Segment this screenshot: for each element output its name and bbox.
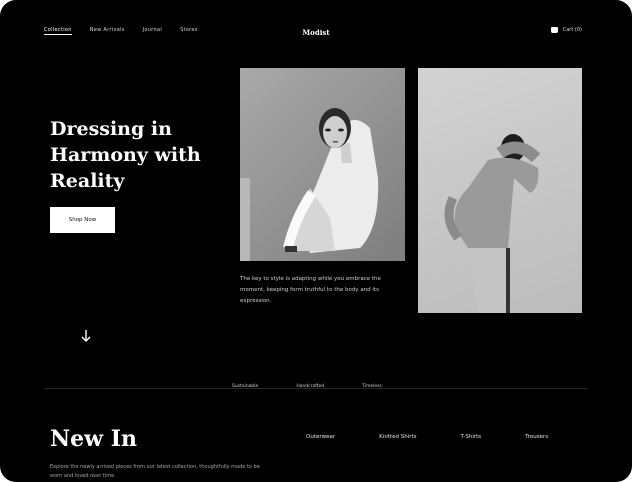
new-in-description: Explore the newly arrived pieces from ou… xyxy=(50,464,260,479)
category-filter: Outerwear Knitted Shirts T-Shirts Trouse… xyxy=(306,434,548,440)
category-knitted-shirts[interactable]: Knitted Shirts xyxy=(379,434,416,440)
category-trousers[interactable]: Trousers xyxy=(525,434,548,440)
cart-button[interactable]: Cart (0) xyxy=(550,27,582,33)
new-in-title: New In xyxy=(50,426,137,452)
hero-photo-seated-model xyxy=(240,68,405,261)
arrow-down-svg xyxy=(81,330,91,342)
features-strip: Sustainable Handcrafted Timeless xyxy=(232,384,382,389)
hero-photo-standing-model xyxy=(418,68,582,313)
app-frame: Collection New Arrivals Journal Stores M… xyxy=(0,0,632,482)
feature-item: Sustainable xyxy=(232,384,259,389)
feature-item: Timeless xyxy=(362,384,382,389)
hero-title: Dressing in Harmony with Reality xyxy=(50,118,201,192)
feature-item: Handcrafted xyxy=(296,384,325,389)
cart-label: Cart (0) xyxy=(562,27,582,33)
seated-model-illustration xyxy=(240,108,379,261)
category-t-shirts[interactable]: T-Shirts xyxy=(461,434,482,440)
brand-logo-text: Modist xyxy=(302,28,330,37)
bag-icon xyxy=(550,27,558,33)
hero-caption: The key to style is adapting while you e… xyxy=(240,276,381,304)
brand-logo[interactable]: Modist xyxy=(0,28,632,37)
standing-model-illustration xyxy=(444,134,541,313)
category-outerwear[interactable]: Outerwear xyxy=(306,434,335,440)
shop-now-button[interactable]: Shop Now xyxy=(50,207,115,233)
arrow-down-icon[interactable] xyxy=(80,329,92,345)
